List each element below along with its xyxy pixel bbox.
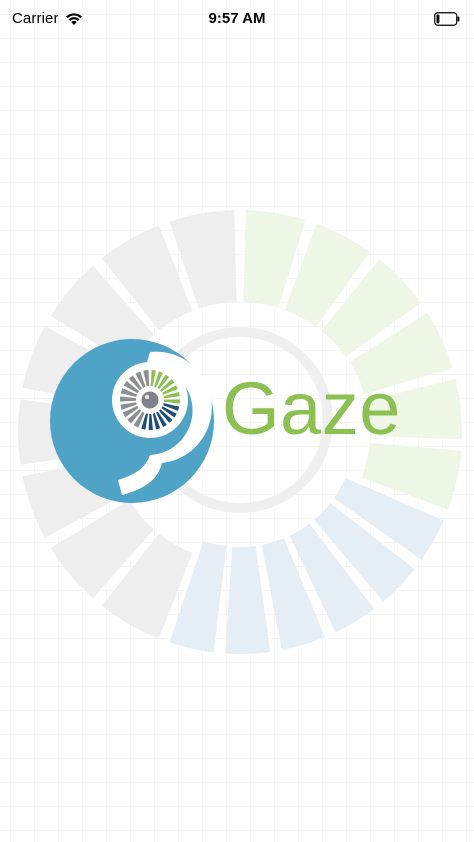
splash-screen: Carrier 9:57 AM Gaze bbox=[0, 0, 474, 842]
splash-content: Gaze bbox=[0, 0, 474, 842]
ring-segment bbox=[225, 545, 271, 655]
status-bar: Carrier 9:57 AM bbox=[0, 0, 474, 40]
eye-spiral-logo-icon bbox=[50, 339, 214, 503]
battery-icon bbox=[434, 12, 460, 26]
brand-wordmark: Gaze bbox=[222, 367, 401, 450]
status-time: 9:57 AM bbox=[208, 10, 266, 27]
